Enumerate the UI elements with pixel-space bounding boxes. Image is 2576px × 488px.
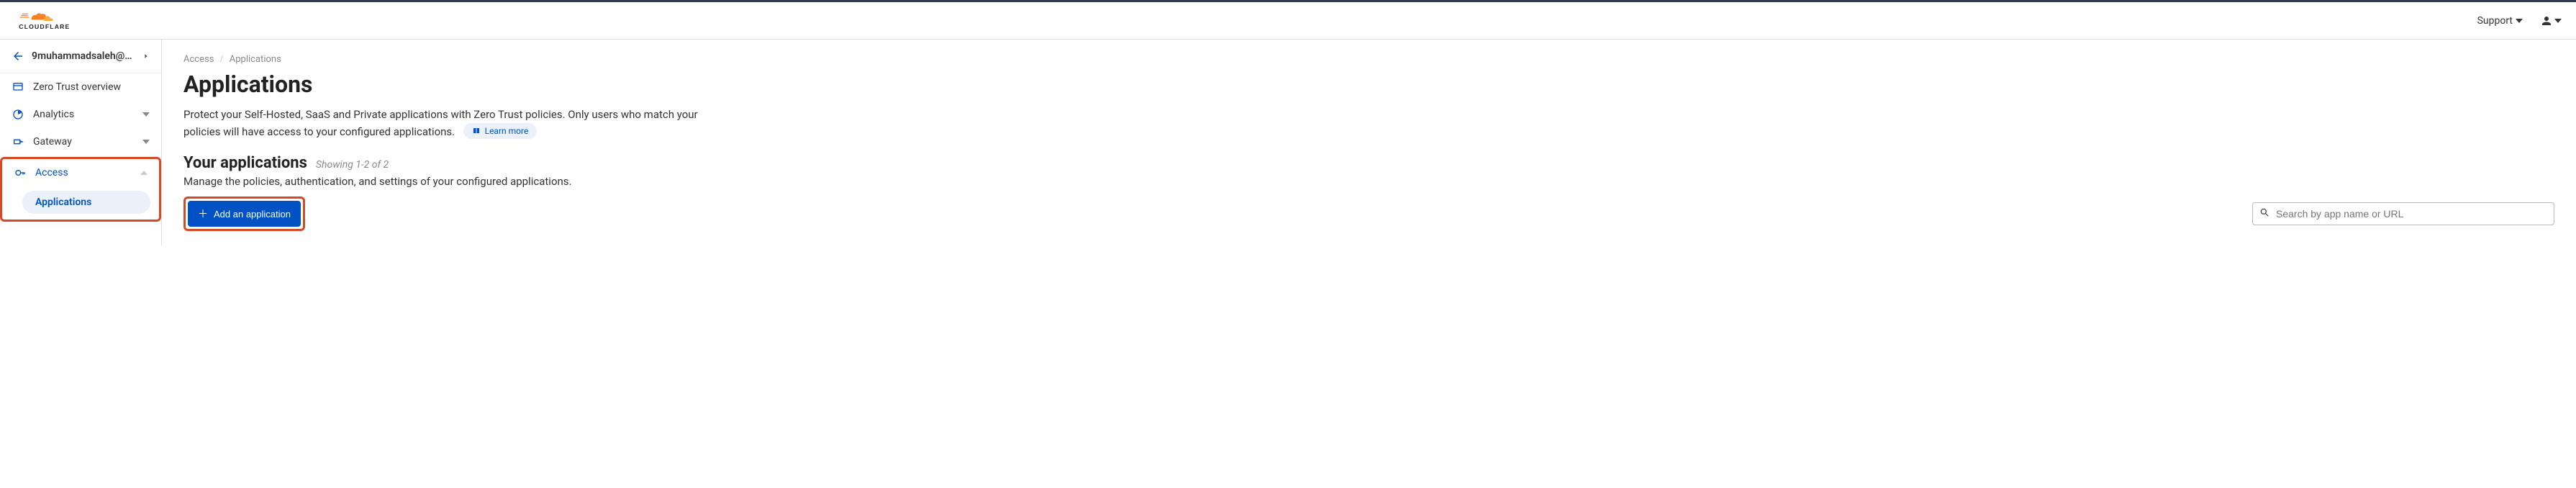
svg-text:CLOUDFLARE: CLOUDFLARE: [19, 22, 70, 30]
back-arrow-icon[interactable]: [12, 50, 24, 63]
topbar: CLOUDFLARE Support: [0, 2, 2576, 40]
support-menu[interactable]: Support: [2477, 15, 2523, 27]
page-title: Applications: [183, 71, 2554, 98]
search-icon: [2259, 207, 2269, 220]
chevron-up-icon: [140, 171, 148, 175]
action-row: ＋ Add an application: [183, 196, 2554, 231]
breadcrumb-current: Applications: [230, 54, 281, 65]
section-description: Manage the policies, authentication, and…: [183, 175, 2554, 188]
search-input[interactable]: [2252, 202, 2554, 225]
chevron-down-icon: [2554, 19, 2562, 23]
support-label: Support: [2477, 15, 2513, 27]
sidebar-item-label: Access: [35, 167, 132, 179]
search-wrap: [2252, 202, 2554, 225]
section-title: Your applications: [183, 154, 307, 172]
gateway-icon: [12, 135, 24, 148]
sidebar-item-label: Zero Trust overview: [33, 81, 150, 93]
sidebar-subitem-applications[interactable]: Applications: [22, 191, 150, 214]
sidebar-item-label: Analytics: [33, 109, 134, 120]
breadcrumb-separator: /: [219, 54, 223, 65]
plus-icon: ＋: [198, 207, 208, 221]
user-icon: [2540, 14, 2553, 27]
add-button-label: Add an application: [214, 209, 291, 220]
chevron-right-icon[interactable]: [142, 53, 150, 60]
main-content: Access / Applications Applications Prote…: [162, 40, 2576, 245]
sidebar-account-header: 9muhammadsaleh@g...: [0, 40, 161, 73]
sidebar-item-access[interactable]: Access: [2, 159, 159, 186]
overview-icon: [12, 81, 24, 94]
sidebar-item-analytics[interactable]: Analytics: [0, 101, 161, 128]
breadcrumb-parent[interactable]: Access: [183, 54, 214, 65]
sidebar-item-label: Gateway: [33, 136, 134, 148]
highlight-add-button: ＋ Add an application: [183, 196, 305, 231]
page-description: Protect your Self-Hosted, SaaS and Priva…: [183, 108, 698, 138]
section-count: Showing 1-2 of 2: [316, 159, 389, 171]
sidebar-item-gateway[interactable]: Gateway: [0, 128, 161, 155]
book-icon: [472, 127, 481, 135]
account-name[interactable]: 9muhammadsaleh@g...: [32, 50, 135, 62]
user-menu[interactable]: [2540, 14, 2562, 27]
breadcrumb: Access / Applications: [183, 54, 2554, 65]
access-icon: [14, 166, 27, 179]
chevron-down-icon: [142, 140, 150, 144]
section-header: Your applications Showing 1-2 of 2: [183, 154, 2554, 172]
learn-more-button[interactable]: Learn more: [463, 123, 538, 139]
highlight-access-section: Access Applications: [0, 157, 161, 222]
sidebar-subitem-label: Applications: [35, 196, 91, 208]
add-application-button[interactable]: ＋ Add an application: [188, 201, 301, 227]
cloudflare-logo[interactable]: CLOUDFLARE: [14, 9, 94, 32]
sidebar-item-zero-trust-overview[interactable]: Zero Trust overview: [0, 73, 161, 101]
layout: 9muhammadsaleh@g... Zero Trust overview …: [0, 40, 2576, 245]
learn-more-label: Learn more: [485, 126, 529, 136]
sidebar: 9muhammadsaleh@g... Zero Trust overview …: [0, 40, 162, 245]
chevron-down-icon: [2516, 19, 2523, 23]
analytics-icon: [12, 108, 24, 121]
chevron-down-icon: [142, 112, 150, 117]
